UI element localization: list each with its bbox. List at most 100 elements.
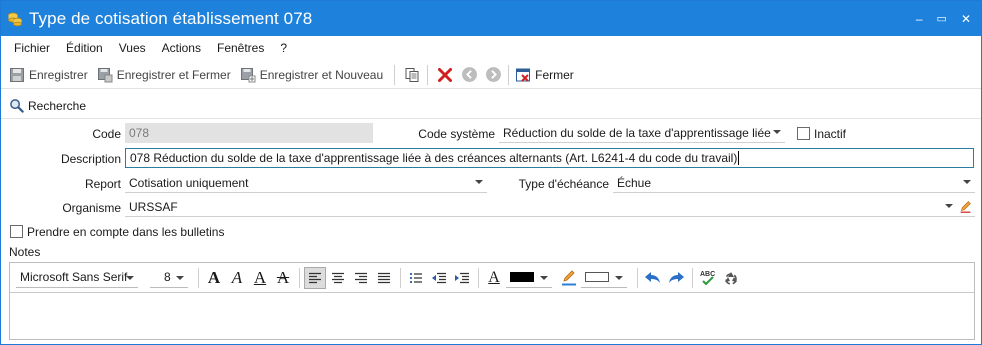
search-tab[interactable]: Recherche bbox=[5, 93, 89, 119]
italic-icon: A bbox=[231, 267, 243, 287]
notes-textarea[interactable] bbox=[10, 294, 974, 339]
bold-button[interactable]: A bbox=[203, 267, 225, 289]
editor-toolbar: Microsoft Sans Serif 8 A A A A A ABC bbox=[10, 263, 974, 293]
main-toolbar: Enregistrer Enregistrer et Fermer Enregi… bbox=[1, 61, 981, 89]
font-family-dropdown[interactable]: Microsoft Sans Serif bbox=[16, 268, 138, 288]
menu-vues[interactable]: Vues bbox=[119, 41, 146, 55]
menu-help[interactable]: ? bbox=[280, 41, 287, 55]
code-label: Code bbox=[92, 127, 121, 141]
toolbar-separator bbox=[427, 64, 429, 85]
font-color-icon: A bbox=[488, 268, 500, 286]
clear-format-button[interactable] bbox=[720, 267, 742, 289]
menu-edition[interactable]: Édition bbox=[66, 41, 103, 55]
underline-button[interactable]: A bbox=[249, 267, 271, 289]
menu-actions[interactable]: Actions bbox=[162, 41, 201, 55]
undo-button[interactable] bbox=[642, 267, 664, 289]
delete-button[interactable] bbox=[434, 64, 456, 86]
justify-button[interactable] bbox=[373, 267, 395, 289]
code-systeme-dropdown[interactable]: Réduction du solde de la taxe d'apprenti… bbox=[499, 123, 785, 143]
font-family-value: Microsoft Sans Serif bbox=[20, 270, 128, 284]
save-close-button[interactable]: Enregistrer et Fermer bbox=[97, 67, 231, 83]
save-new-button[interactable]: Enregistrer et Nouveau bbox=[240, 67, 383, 83]
highlight-color-dropdown[interactable] bbox=[581, 268, 627, 288]
editor-separator bbox=[637, 267, 638, 288]
underline-icon: A bbox=[253, 267, 267, 287]
arrow-left-circle-icon bbox=[461, 67, 477, 82]
bulletins-checkbox[interactable] bbox=[10, 225, 23, 238]
code-field: 078 bbox=[125, 123, 373, 143]
next-button[interactable] bbox=[482, 64, 504, 86]
outdent-button[interactable] bbox=[428, 267, 450, 289]
bulletins-label: Prendre en compte dans les bulletins bbox=[27, 225, 225, 239]
organisme-dropdown[interactable]: URSSAF bbox=[125, 197, 975, 217]
bold-icon: A bbox=[207, 267, 221, 287]
report-label: Report bbox=[84, 177, 121, 191]
code-systeme-value: Réduction du solde de la taxe d'apprenti… bbox=[503, 125, 771, 140]
inactif-checkbox[interactable] bbox=[797, 127, 810, 140]
copy-document-button[interactable] bbox=[401, 64, 423, 86]
undo-arrow-icon bbox=[645, 271, 660, 283]
editor-separator bbox=[299, 267, 300, 288]
outdent-icon bbox=[432, 272, 446, 283]
code-systeme-label: Code système bbox=[418, 127, 495, 141]
redo-button[interactable] bbox=[665, 267, 687, 289]
spellcheck-icon: ABC bbox=[700, 271, 715, 285]
save-close-icon bbox=[97, 67, 113, 82]
menu-fenetres[interactable]: Fenêtres bbox=[217, 41, 264, 55]
arrow-right-circle-icon bbox=[485, 67, 501, 82]
tab-divider bbox=[1, 118, 981, 119]
close-button[interactable]: Fermer bbox=[515, 67, 574, 83]
delete-x-icon bbox=[438, 67, 453, 82]
save-button[interactable]: Enregistrer bbox=[9, 67, 88, 83]
organisme-value: URSSAF bbox=[129, 199, 178, 214]
highlighter-pen-icon bbox=[562, 269, 576, 285]
description-input[interactable]: 078 Réduction du solde de la taxe d'appr… bbox=[125, 148, 974, 168]
chevron-down-icon bbox=[615, 275, 623, 280]
save-close-label: Enregistrer et Fermer bbox=[116, 67, 231, 82]
align-center-button[interactable] bbox=[327, 267, 349, 289]
notes-editor: Microsoft Sans Serif 8 A A A A A ABC bbox=[9, 262, 975, 340]
report-dropdown[interactable]: Cotisation uniquement bbox=[125, 173, 487, 193]
description-value: 078 Réduction du solde de la taxe d'appr… bbox=[130, 151, 738, 165]
toolbar-separator bbox=[508, 64, 510, 85]
spellcheck-button[interactable]: ABC bbox=[697, 267, 719, 289]
highlight-button[interactable] bbox=[558, 267, 580, 289]
chevron-down-icon bbox=[945, 204, 953, 208]
coins-icon bbox=[8, 12, 22, 26]
font-size-value: 8 bbox=[164, 270, 171, 284]
text-color-dropdown[interactable] bbox=[506, 268, 552, 288]
strikethrough-button[interactable]: A bbox=[272, 267, 294, 289]
editor-separator bbox=[692, 267, 693, 288]
align-left-icon bbox=[309, 272, 321, 283]
save-new-label: Enregistrer et Nouveau bbox=[259, 67, 384, 82]
minimize-button[interactable]: – bbox=[916, 12, 923, 26]
edit-pencil-icon[interactable] bbox=[959, 200, 972, 213]
align-center-icon bbox=[332, 272, 344, 283]
close-window-button[interactable]: ✕ bbox=[961, 12, 971, 26]
type-echeance-value: Échue bbox=[617, 175, 652, 190]
bullet-list-button[interactable] bbox=[405, 267, 427, 289]
font-size-dropdown[interactable]: 8 bbox=[150, 268, 188, 288]
chevron-down-icon bbox=[475, 180, 483, 184]
text-color-button[interactable]: A bbox=[483, 267, 505, 289]
chevron-down-icon bbox=[540, 275, 548, 280]
floppy-icon bbox=[10, 67, 24, 82]
italic-button[interactable]: A bbox=[226, 267, 248, 289]
text-color-swatch bbox=[510, 272, 534, 282]
maximize-button[interactable]: ▭ bbox=[937, 12, 947, 25]
align-right-button[interactable] bbox=[350, 267, 372, 289]
editor-separator bbox=[198, 267, 199, 288]
type-echeance-dropdown[interactable]: Échue bbox=[613, 173, 975, 193]
justify-icon bbox=[378, 272, 390, 283]
search-icon bbox=[10, 99, 24, 113]
editor-separator bbox=[400, 267, 401, 288]
chevron-down-icon bbox=[176, 275, 184, 280]
close-window-icon bbox=[516, 68, 531, 82]
chevron-down-icon bbox=[126, 275, 134, 280]
editor-separator bbox=[478, 267, 479, 288]
align-left-button[interactable] bbox=[304, 266, 326, 289]
previous-button[interactable] bbox=[458, 64, 480, 86]
notes-label: Notes bbox=[9, 245, 41, 259]
menu-fichier[interactable]: Fichier bbox=[14, 41, 50, 55]
indent-button[interactable] bbox=[451, 267, 473, 289]
